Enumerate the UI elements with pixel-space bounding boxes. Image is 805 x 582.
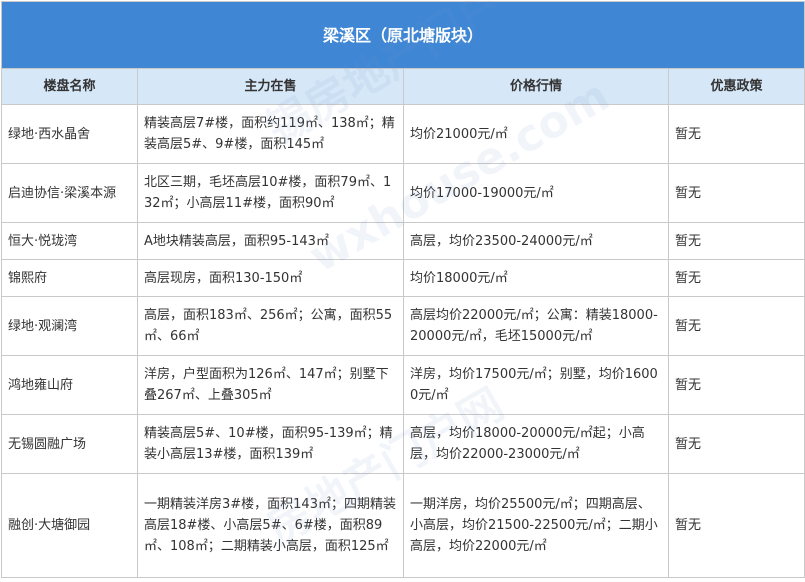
table-row: 绿地·观澜湾 高层，面积183㎡、256㎡；公寓，面积55㎡、66㎡ 高层均价2… xyxy=(1,296,805,356)
cell-policy: 暂无 xyxy=(667,355,805,415)
cell-supply: 精装高层5#、10#楼，面积95-139㎡；精装小高层13#楼，面积139㎡ xyxy=(137,414,404,474)
cell-name: 锦熙府 xyxy=(1,259,138,297)
cell-policy: 暂无 xyxy=(667,259,805,297)
table-row: 绿地·西水晶舍 精装高层7#楼，面积约119㎡、138㎡；精装高层5#、9#楼，… xyxy=(1,104,805,164)
cell-supply: 北区三期，毛坯高层10#楼，面积79㎡、132㎡；小高层11#楼，面积90㎡ xyxy=(137,163,404,223)
cell-name: 恒大·悦珑湾 xyxy=(1,222,138,260)
cell-supply: 一期精装洋房3#楼，面积143㎡；四期精装高层18#楼、小高层5#、6#楼，面积… xyxy=(137,473,404,578)
table-row: 融创·大塘御园 一期精装洋房3#楼，面积143㎡；四期精装高层18#楼、小高层5… xyxy=(1,473,805,578)
cell-price: 均价17000-19000元/㎡ xyxy=(403,163,669,223)
cell-supply: 精装高层7#楼，面积约119㎡、138㎡；精装高层5#、9#楼，面积145㎡ xyxy=(137,104,404,164)
header-row: 楼盘名称 主力在售 价格行情 优惠政策 xyxy=(1,68,805,105)
cell-supply: 高层，面积183㎡、256㎡；公寓，面积55㎡、66㎡ xyxy=(137,296,404,356)
cell-policy: 暂无 xyxy=(667,473,805,578)
title-row: 梁溪区（原北塘版块） xyxy=(0,1,805,69)
cell-policy: 暂无 xyxy=(667,414,805,474)
cell-policy: 暂无 xyxy=(667,163,805,223)
table-body: 梁溪区（原北塘版块） 楼盘名称 主力在售 价格行情 优惠政策 绿地·西水晶舍 精… xyxy=(0,1,805,578)
cell-policy: 暂无 xyxy=(667,296,805,356)
page: 梁溪区（原北塘版块） 楼盘名称 主力在售 价格行情 优惠政策 绿地·西水晶舍 精… xyxy=(0,1,805,580)
table-row: 恒大·悦珑湾 A地块精装高层，面积95-143㎡ 高层，均价23500-2400… xyxy=(1,222,805,260)
cell-policy: 暂无 xyxy=(667,104,805,164)
cell-name: 无锡圆融广场 xyxy=(1,414,138,474)
cell-name: 启迪协信·梁溪本源 xyxy=(1,163,138,223)
cell-name: 鸿地雍山府 xyxy=(1,355,138,415)
cell-supply: 洋房，户型面积为126㎡、147㎡；别墅下叠267㎡、上叠305㎡ xyxy=(137,355,404,415)
table-title: 梁溪区（原北塘版块） xyxy=(0,1,805,69)
header-supply: 主力在售 xyxy=(137,68,404,105)
header-policy: 优惠政策 xyxy=(667,68,805,105)
cell-name: 绿地·西水晶舍 xyxy=(1,104,138,164)
cell-supply: A地块精装高层，面积95-143㎡ xyxy=(137,222,404,260)
table-row: 锦熙府 高层现房，面积130-150㎡ 均价18000元/㎡ 暂无 xyxy=(1,259,805,297)
cell-name: 绿地·观澜湾 xyxy=(1,296,138,356)
table-row: 无锡圆融广场 精装高层5#、10#楼，面积95-139㎡；精装小高层13#楼，面… xyxy=(1,414,805,474)
cell-policy: 暂无 xyxy=(667,222,805,260)
table-row: 鸿地雍山府 洋房，户型面积为126㎡、147㎡；别墅下叠267㎡、上叠305㎡ … xyxy=(1,355,805,415)
cell-name: 融创·大塘御园 xyxy=(1,473,138,578)
cell-price: 高层均价22000元/㎡；公寓：精装18000-20000元/㎡，毛坯15000… xyxy=(403,296,669,356)
header-price: 价格行情 xyxy=(403,68,669,105)
table-row: 启迪协信·梁溪本源 北区三期，毛坯高层10#楼，面积79㎡、132㎡；小高层11… xyxy=(1,163,805,223)
cell-price: 高层，均价18000-20000元/㎡起；小高层，均价22000-23000元/… xyxy=(403,414,669,474)
property-listing-table: 梁溪区（原北塘版块） 楼盘名称 主力在售 价格行情 优惠政策 绿地·西水晶舍 精… xyxy=(0,1,805,578)
cell-price: 均价18000元/㎡ xyxy=(403,259,669,297)
cell-price: 洋房，均价17500元/㎡；别墅，均价16000元/㎡ xyxy=(403,355,669,415)
cell-supply: 高层现房，面积130-150㎡ xyxy=(137,259,404,297)
header-name: 楼盘名称 xyxy=(1,68,138,105)
cell-price: 一期洋房，均价25500元/㎡；四期高层、小高层，均价21500-22500元/… xyxy=(403,473,669,578)
cell-price: 均价21000元/㎡ xyxy=(403,104,669,164)
cell-price: 高层，均价23500-24000元/㎡ xyxy=(403,222,669,260)
